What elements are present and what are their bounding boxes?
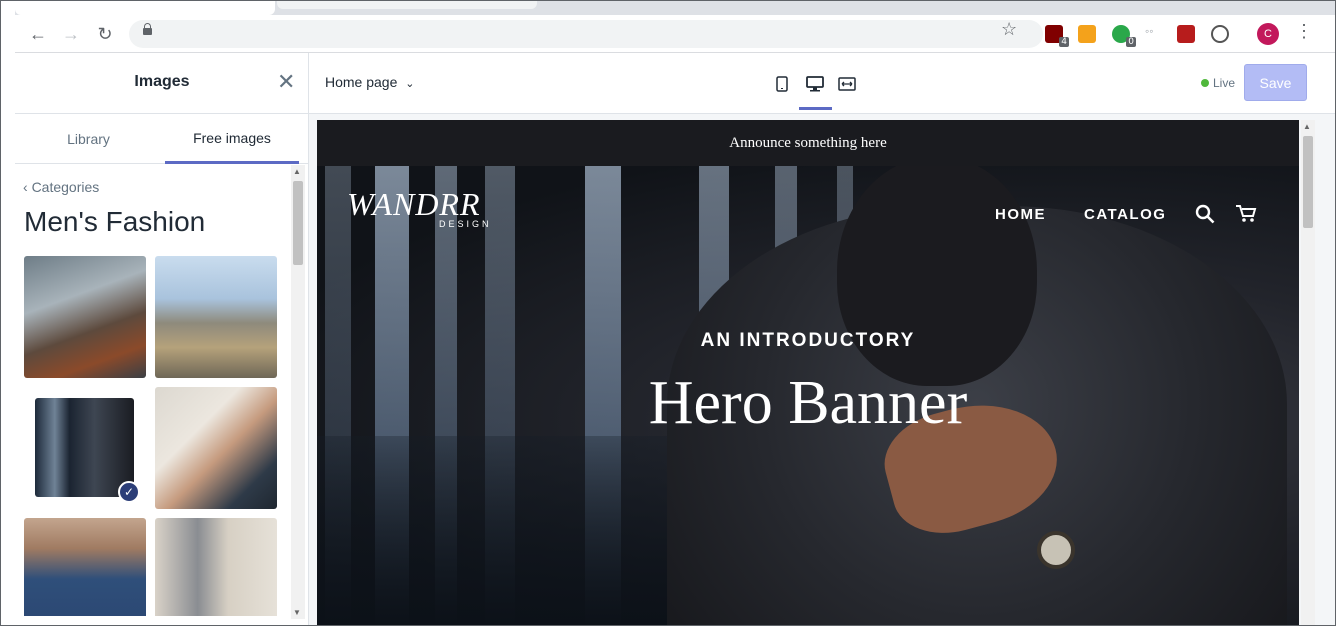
hero-banner[interactable]: WANDRR DESIGN HOME CATALOG AN INTRODUCTO… (317, 166, 1299, 625)
honey-extension-icon[interactable] (1078, 25, 1096, 43)
search-icon[interactable] (1195, 204, 1215, 229)
screenshot-frame: ← → ↻ ☆ 4 0 ◦◦ C ⋮ Images ✕ Library Free… (0, 0, 1336, 626)
image-grid: ✓ (24, 256, 280, 616)
wristwatch (1037, 531, 1075, 569)
scrollbar-thumb[interactable] (293, 181, 303, 265)
theme-editor: Images ✕ Library Free images ‹ Categorie… (15, 53, 1335, 625)
checkmark-icon: ✓ (118, 481, 140, 503)
live-dot-icon (1201, 79, 1209, 87)
adobe-extension-icon[interactable] (1177, 25, 1195, 43)
active-browser-tab[interactable] (15, 1, 275, 15)
announcement-text: Announce something here (729, 134, 887, 151)
profile-avatar[interactable]: C (1257, 23, 1279, 45)
page-selector[interactable]: Home page ⌄ (325, 74, 415, 90)
lock-icon (143, 23, 152, 35)
images-panel: Images ✕ Library Free images ‹ Categorie… (15, 53, 309, 625)
logo-wordmark: WANDRR (347, 186, 481, 222)
preview-scrollbar[interactable]: ▲ (1301, 120, 1315, 625)
chevron-left-icon: ‹ (23, 179, 28, 195)
scrollbar-thumb[interactable] (1303, 136, 1313, 228)
store-logo[interactable]: WANDRR DESIGN (347, 186, 492, 229)
storefront-preview: Announce something here WANDRR DESIGN HO… (317, 120, 1299, 625)
desktop-view-icon[interactable] (804, 73, 826, 95)
forward-arrow-icon[interactable]: → (58, 21, 84, 47)
hero-title: Hero Banner (648, 369, 968, 437)
selected-image (35, 398, 134, 497)
close-icon[interactable]: ✕ (277, 71, 295, 93)
fullscreen-view-icon[interactable] (836, 73, 858, 95)
bookmark-star-icon[interactable]: ☆ (1001, 19, 1017, 40)
live-label: Live (1213, 76, 1236, 90)
tab-free-images[interactable]: Free images (165, 114, 299, 164)
scroll-up-icon[interactable]: ▲ (1303, 122, 1311, 131)
chevron-down-icon: ⌄ (405, 78, 415, 90)
image-thumbnail[interactable] (24, 518, 146, 616)
address-bar[interactable] (129, 20, 1043, 48)
image-thumbnail[interactable] (24, 256, 146, 378)
image-thumbnail-selected[interactable]: ✓ (35, 398, 140, 503)
ublock-extension-icon[interactable]: 4 (1045, 25, 1069, 47)
image-thumbnail[interactable] (155, 256, 277, 378)
live-status: Live (1201, 76, 1235, 90)
browser-toolbar: ← → ↻ ☆ 4 0 ◦◦ C ⋮ (15, 15, 1335, 53)
active-view-indicator (799, 107, 832, 110)
page-selector-label: Home page (325, 74, 398, 90)
category-title: Men's Fashion (24, 206, 206, 237)
scroll-down-icon[interactable]: ▼ (293, 608, 301, 617)
cart-icon[interactable] (1235, 204, 1257, 229)
tab-label: Library (67, 131, 110, 147)
panel-header: Images ✕ (15, 53, 309, 114)
model-head (837, 166, 1037, 386)
browser-tab[interactable] (277, 1, 537, 9)
reload-icon[interactable]: ↻ (92, 21, 118, 47)
nav-catalog[interactable]: CATALOG (1084, 206, 1166, 223)
image-thumbnail[interactable] (155, 387, 277, 509)
image-thumbnail[interactable] (155, 518, 277, 616)
categories-back-link[interactable]: ‹ Categories (23, 179, 99, 195)
panel-scrollbar[interactable]: ▲ ▼ (291, 165, 305, 619)
scroll-up-icon[interactable]: ▲ (293, 167, 301, 176)
hex-extension-icon[interactable] (1211, 25, 1229, 43)
panel-tabs: Library Free images (15, 114, 309, 164)
panel-title: Images (134, 73, 190, 90)
editor-topbar: Home page ⌄ Live Save (309, 53, 1335, 114)
nav-home[interactable]: HOME (995, 206, 1046, 223)
back-arrow-icon[interactable]: ← (25, 21, 51, 47)
hero-kicker: AN INTRODUCTORY (700, 330, 916, 351)
extension-badge: 0 (1126, 37, 1136, 47)
extension-badge: 4 (1059, 37, 1069, 47)
browser-menu-icon[interactable]: ⋮ (1295, 21, 1313, 42)
mobile-view-icon[interactable] (771, 73, 793, 95)
glasses-extension-icon[interactable]: ◦◦ (1145, 24, 1163, 42)
tab-strip (15, 1, 1335, 15)
save-button[interactable]: Save (1244, 64, 1307, 101)
tab-label: Free images (193, 129, 271, 146)
back-link-label: Categories (31, 179, 100, 195)
shield-extension-icon[interactable]: 0 (1112, 25, 1136, 47)
tab-library[interactable]: Library (15, 114, 162, 164)
announcement-bar[interactable]: Announce something here (317, 120, 1299, 166)
logo-subtitle: DESIGN (439, 219, 492, 229)
